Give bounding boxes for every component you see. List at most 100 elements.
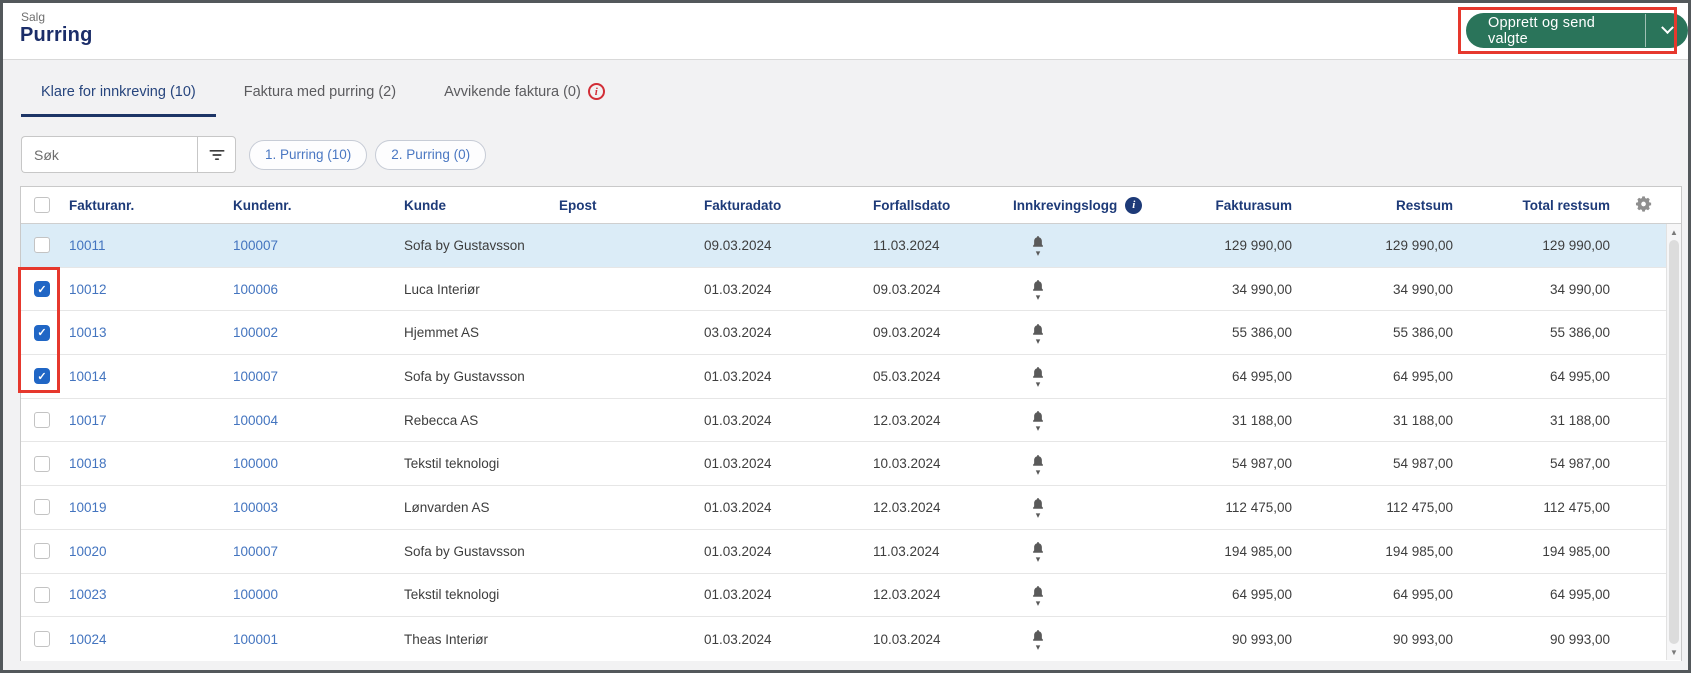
row-checkbox[interactable]: ✓ [34, 324, 50, 341]
row-checkbox[interactable] [34, 237, 50, 254]
row-checkbox[interactable] [34, 455, 50, 472]
fakturasum-cell: 64 995,00 [1231, 368, 1292, 384]
invoice-number-link[interactable]: 10011 [69, 238, 106, 253]
chevron-down-icon: ▾ [1035, 642, 1041, 651]
chevron-down-icon [1660, 21, 1674, 35]
customer-number-link[interactable]: 100000 [233, 456, 278, 471]
customer-number-link[interactable]: 100002 [233, 325, 278, 340]
customer-name-cell: Sofa by Gustavsson [404, 368, 525, 384]
table-row: 10024 100001 Theas Interiør 01.03.2024 10.03… [21, 617, 1681, 661]
breadcrumb: Salg [21, 10, 46, 24]
col-header-epost[interactable]: Epost [559, 198, 704, 213]
invoice-number-link[interactable]: 10018 [69, 456, 107, 471]
table-row: ✓ 10014 100007 Sofa by Gustavsson 01.03.2024… [21, 355, 1681, 399]
col-header-restsum[interactable]: Restsum [1292, 198, 1453, 213]
col-header-forfallsdato[interactable]: Forfallsdato [873, 198, 1013, 213]
col-header-kundenr[interactable]: Kundenr. [233, 198, 404, 213]
create-send-selected-label[interactable]: Opprett og send valgte [1466, 13, 1645, 48]
collection-log-button[interactable]: ▾ [1030, 584, 1046, 606]
collection-log-button[interactable]: ▾ [1030, 322, 1046, 344]
col-header-innkrevingslogg[interactable]: Innkrevingslogg [1013, 198, 1117, 213]
invoice-table: Fakturanr. Kundenr. Kunde Epost Fakturad… [20, 186, 1682, 661]
table-scrollbar[interactable]: ▲ ▼ [1666, 224, 1681, 660]
table-row: ✓ 10012 100006 Luca Interiør 01.03.2024 09.03… [21, 267, 1681, 312]
table-settings-button[interactable] [1635, 195, 1653, 213]
total-restsum-cell: 55 386,00 [1549, 325, 1610, 341]
tab-2[interactable]: Faktura med purring (2) [224, 77, 416, 117]
total-restsum-cell: 31 188,00 [1549, 412, 1610, 428]
row-checkbox[interactable] [34, 499, 50, 516]
forfallsdato-cell: 10.03.2024 [873, 456, 941, 472]
customer-number-link[interactable]: 100007 [233, 544, 278, 559]
collection-log-button[interactable]: ▾ [1030, 365, 1046, 387]
innkrevingslogg-info-icon[interactable]: i [1125, 196, 1143, 214]
total-restsum-cell: 64 995,00 [1549, 587, 1610, 603]
customer-number-link[interactable]: 100007 [233, 238, 278, 253]
invoice-number-link[interactable]: 10020 [69, 544, 107, 559]
scroll-down-icon[interactable]: ▼ [1667, 645, 1681, 659]
customer-number-link[interactable]: 100000 [233, 587, 278, 602]
chevron-down-icon: ▾ [1035, 510, 1041, 519]
fakturadato-cell: 01.03.2024 [704, 456, 772, 472]
invoice-number-link[interactable]: 10023 [69, 587, 107, 602]
scrollbar-thumb[interactable] [1669, 240, 1679, 644]
restsum-cell: 64 995,00 [1392, 587, 1453, 603]
row-checkbox[interactable]: ✓ [34, 281, 50, 298]
collection-log-button[interactable]: ▾ [1030, 628, 1046, 650]
invoice-number-link[interactable]: 10019 [69, 500, 107, 515]
customer-number-link[interactable]: 100004 [233, 413, 278, 428]
invoice-number-link[interactable]: 10014 [69, 369, 107, 384]
restsum-cell: 112 475,00 [1386, 499, 1453, 515]
search-input[interactable] [21, 136, 197, 173]
invoice-number-link[interactable]: 10012 [69, 282, 107, 297]
tab-3[interactable]: Avvikende faktura (0) i [424, 77, 625, 117]
collection-log-button[interactable]: ▾ [1030, 409, 1046, 431]
chevron-down-icon: ▾ [1035, 335, 1041, 344]
scroll-up-icon[interactable]: ▲ [1667, 225, 1681, 239]
fakturasum-cell: 55 386,00 [1231, 325, 1292, 341]
row-checkbox[interactable]: ✓ [34, 368, 50, 385]
col-header-fakturasum[interactable]: Fakturasum [1183, 198, 1292, 213]
customer-number-link[interactable]: 100007 [233, 369, 278, 384]
filter-button[interactable] [197, 136, 236, 173]
collection-log-button[interactable]: ▾ [1030, 234, 1046, 256]
table-row: 10017 100004 Rebecca AS 01.03.2024 12.03.202… [21, 398, 1681, 443]
forfallsdato-cell: 12.03.2024 [873, 499, 941, 515]
col-header-kunde[interactable]: Kunde [404, 198, 559, 213]
collection-log-button[interactable]: ▾ [1030, 278, 1046, 300]
row-checkbox[interactable] [34, 543, 50, 560]
table-row: 10020 100007 Sofa by Gustavsson 01.03.2024 1… [21, 529, 1681, 574]
tab-1[interactable]: Klare for innkreving (10) [21, 77, 216, 117]
row-checkbox[interactable] [34, 412, 50, 429]
row-checkbox[interactable] [34, 631, 50, 648]
purring-pill-2[interactable]: 2. Purring (0) [375, 139, 487, 170]
restsum-cell: 31 188,00 [1392, 412, 1453, 428]
button-dropdown-toggle[interactable] [1646, 13, 1688, 48]
invoice-number-link[interactable]: 10013 [69, 325, 107, 340]
collection-log-button[interactable]: ▾ [1030, 453, 1046, 475]
create-send-selected-button[interactable]: Opprett og send valgte [1466, 13, 1688, 48]
total-restsum-cell: 194 985,00 [1542, 543, 1610, 559]
total-restsum-cell: 112 475,00 [1543, 499, 1610, 515]
customer-number-link[interactable]: 100006 [233, 282, 278, 297]
chevron-down-icon: ▾ [1035, 554, 1041, 563]
total-restsum-cell: 34 990,00 [1549, 281, 1610, 297]
restsum-cell: 64 995,00 [1392, 368, 1453, 384]
restsum-cell: 90 993,00 [1392, 631, 1453, 647]
invoice-number-link[interactable]: 10024 [69, 632, 107, 647]
chevron-down-icon: ▾ [1035, 423, 1041, 432]
fakturasum-cell: 90 993,00 [1231, 631, 1292, 647]
col-header-fakturanr[interactable]: Fakturanr. [67, 198, 233, 213]
purring-pill-1[interactable]: 1. Purring (10) [249, 139, 368, 170]
customer-number-link[interactable]: 100001 [233, 632, 278, 647]
col-header-total-restsum[interactable]: Total restsum [1453, 198, 1610, 213]
customer-name-cell: Tekstil teknologi [404, 587, 500, 603]
collection-log-button[interactable]: ▾ [1030, 540, 1046, 562]
row-checkbox[interactable] [34, 586, 50, 603]
fakturadato-cell: 09.03.2024 [704, 237, 772, 253]
invoice-number-link[interactable]: 10017 [69, 413, 107, 428]
customer-number-link[interactable]: 100003 [233, 500, 278, 515]
col-header-fakturadato[interactable]: Fakturadato [704, 198, 873, 213]
select-all-checkbox[interactable] [34, 197, 50, 213]
collection-log-button[interactable]: ▾ [1030, 496, 1046, 518]
